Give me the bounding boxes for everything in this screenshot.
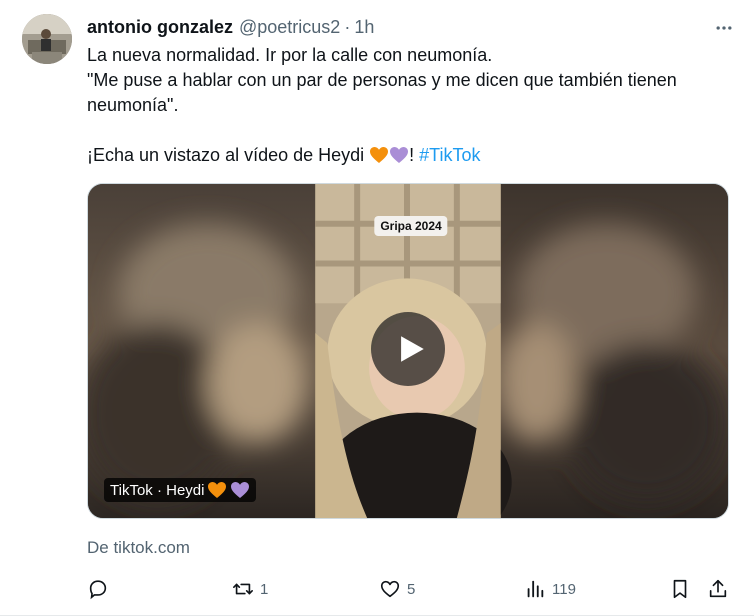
author-name[interactable]: antonio gonzalez (87, 17, 233, 38)
heart-icon (380, 580, 400, 598)
tweet-text: La nueva normalidad. Ir por la calle con… (87, 43, 727, 168)
tweet-card[interactable]: antonio gonzalez @poetricus2 · 1h La nue… (0, 0, 754, 616)
tweet-line: neumonía". (87, 95, 179, 115)
retweet-icon (233, 583, 253, 595)
hashtag-link[interactable]: #TikTok (419, 145, 480, 165)
tweet-line: La nueva normalidad. Ir por la calle con… (87, 45, 493, 65)
share-button[interactable] (707, 574, 729, 604)
tweet-line: "Me puse a hablar con un par de personas… (87, 70, 677, 90)
reply-button[interactable] (87, 574, 115, 604)
purple-heart-icon (389, 146, 409, 164)
bookmark-icon (673, 579, 687, 599)
bookmark-button[interactable] (669, 574, 691, 604)
share-icon (709, 579, 727, 598)
share-text: ¡Echa un vistazo al vídeo de Heydi (87, 145, 370, 165)
views-button[interactable]: 119 (524, 574, 576, 604)
timestamp[interactable]: 1h (354, 17, 374, 38)
header-separator: · (344, 16, 351, 37)
retweet-count: 1 (260, 580, 269, 598)
action-bar: 1 5 119 (87, 574, 734, 604)
avatar[interactable] (22, 14, 72, 64)
orange-heart-icon (369, 146, 389, 164)
reply-icon (89, 580, 107, 600)
share-text-suffix: ! (409, 145, 420, 165)
like-button[interactable]: 5 (379, 574, 415, 604)
more-icon (716, 26, 732, 30)
views-icon (527, 580, 544, 598)
play-icon (400, 336, 424, 362)
tweet-header: antonio gonzalez @poetricus2 · 1h (87, 14, 734, 40)
author-handle[interactable]: @poetricus2 (239, 17, 340, 38)
link-source[interactable]: De tiktok.com (87, 538, 190, 558)
video-overlay-tag: Gripa 2024 (374, 216, 448, 236)
share-line: ¡Echa un vistazo al vídeo de Heydi ! #Ti… (87, 143, 727, 168)
video-caption-text: TikTok · Heydi (110, 481, 205, 499)
more-options-button[interactable] (712, 16, 736, 40)
video-caption: TikTok · Heydi (104, 478, 257, 502)
purple-heart-icon (230, 481, 250, 499)
play-button[interactable] (371, 312, 445, 386)
views-count: 119 (552, 580, 576, 598)
retweet-button[interactable]: 1 (232, 574, 268, 604)
like-count: 5 (407, 580, 416, 598)
video-card[interactable]: Gripa 2024 TikTok · Heydi (87, 183, 729, 519)
orange-heart-icon (207, 481, 227, 499)
